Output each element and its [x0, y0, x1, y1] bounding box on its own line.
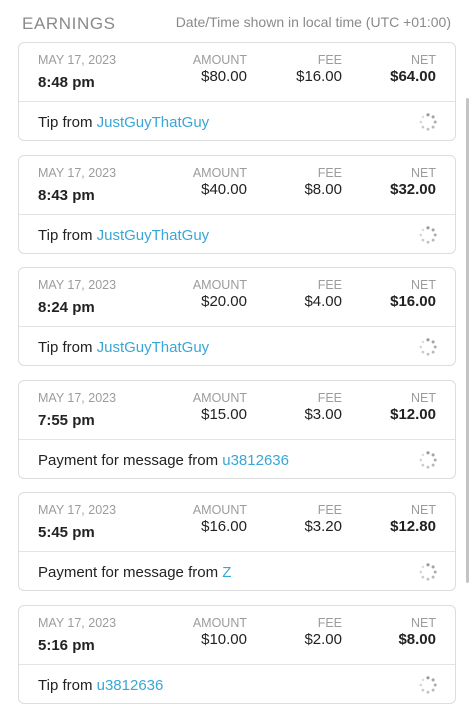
earning-description: Payment for message from u3812636 [38, 452, 289, 469]
earning-description: Tip from JustGuyThatGuy [38, 114, 209, 131]
earning-date: MAY 17, 2023 [38, 53, 117, 67]
amount-value: $10.00 [201, 630, 247, 648]
loading-spinner-icon [418, 450, 438, 470]
earning-card: MAY 17, 2023 5:16 pm AMOUNT $10.00 FEE $… [18, 604, 456, 705]
earning-card: MAY 17, 2023 7:55 pm AMOUNT $15.00 FEE $… [18, 379, 456, 480]
fee-label: FEE [317, 503, 342, 517]
earning-time: 8:48 pm [38, 74, 95, 91]
user-link[interactable]: JustGuyThatGuy [97, 227, 210, 244]
earning-summary: MAY 17, 2023 5:16 pm AMOUNT $10.00 FEE $… [19, 606, 455, 664]
description-text: Tip from [38, 114, 97, 131]
earning-date: MAY 17, 2023 [38, 615, 117, 630]
amount-label: AMOUNT [192, 53, 247, 67]
description-text: Tip from [38, 339, 97, 356]
net-value: $64.00 [390, 68, 436, 85]
earning-time: 5:45 pm [38, 524, 95, 541]
earning-details: Tip from JustGuyThatGuy [19, 102, 455, 142]
earning-details: Tip from JustGuyThatGuy [19, 215, 455, 255]
fee-value: $3.20 [304, 518, 342, 535]
fee-value: $4.00 [304, 293, 342, 310]
earning-time: 5:16 pm [38, 636, 95, 654]
loading-spinner-icon [418, 337, 438, 357]
earning-date: MAY 17, 2023 [38, 390, 117, 405]
earning-time: 7:55 pm [38, 411, 95, 429]
fee-label: FEE [317, 278, 342, 292]
earning-date: MAY 17, 2023 [38, 165, 117, 180]
amount-value: $16.00 [201, 518, 247, 535]
page-title: EARNINGS [22, 14, 116, 33]
description-text: Payment for message from [38, 451, 223, 469]
user-link[interactable]: JustGuyThatGuy [97, 114, 210, 131]
user-link[interactable]: Z [222, 564, 231, 581]
fee-value: $2.00 [304, 630, 342, 648]
net-value: $32.00 [390, 180, 436, 198]
earning-time: 8:43 pm [38, 186, 95, 204]
net-label: NET [411, 503, 436, 517]
scrollbar[interactable] [466, 98, 469, 583]
earnings-page: EARNINGS Date/Time shown in local time (… [0, 0, 474, 708]
earning-description: Tip from u3812636 [38, 677, 163, 694]
earning-description: Payment for message from Z [38, 564, 231, 581]
earning-date: MAY 17, 2023 [38, 278, 117, 292]
earning-details: Payment for message from Z [19, 552, 455, 592]
earning-summary: MAY 17, 2023 5:45 pm AMOUNT $16.00 FEE $… [19, 493, 455, 551]
description-text: Payment for message from [38, 564, 223, 581]
net-value: $12.00 [390, 405, 436, 423]
earning-summary: MAY 17, 2023 7:55 pm AMOUNT $15.00 FEE $… [19, 381, 455, 439]
description-text: Tip from [38, 676, 97, 694]
net-label: NET [411, 390, 436, 405]
earning-card: MAY 17, 2023 5:45 pm AMOUNT $16.00 FEE $… [18, 492, 456, 591]
fee-label: FEE [317, 615, 342, 630]
fee-label: FEE [317, 53, 342, 67]
net-value: $8.00 [398, 630, 436, 648]
net-label: NET [411, 53, 436, 67]
amount-value: $20.00 [201, 293, 247, 310]
amount-label: AMOUNT [192, 165, 247, 180]
earning-card: MAY 17, 2023 8:43 pm AMOUNT $40.00 FEE $… [18, 154, 456, 255]
earning-summary: MAY 17, 2023 8:24 pm AMOUNT $20.00 FEE $… [19, 268, 455, 326]
loading-spinner-icon [418, 562, 438, 582]
amount-label: AMOUNT [192, 503, 247, 517]
amount-label: AMOUNT [192, 615, 247, 630]
earning-date: MAY 17, 2023 [38, 503, 117, 517]
earning-summary: MAY 17, 2023 8:48 pm AMOUNT $80.00 FEE $… [19, 43, 455, 101]
earning-card: MAY 17, 2023 8:48 pm AMOUNT $80.00 FEE $… [18, 42, 456, 141]
net-label: NET [411, 278, 436, 292]
earning-summary: MAY 17, 2023 8:43 pm AMOUNT $40.00 FEE $… [19, 156, 455, 214]
earning-details: Tip from JustGuyThatGuy [19, 327, 455, 367]
timezone-note: Date/Time shown in local time (UTC +01:0… [175, 14, 451, 30]
fee-value: $3.00 [304, 405, 342, 423]
earning-details: Tip from u3812636 [19, 665, 455, 705]
net-label: NET [411, 615, 436, 630]
amount-label: AMOUNT [192, 390, 247, 405]
fee-label: FEE [317, 165, 342, 180]
loading-spinner-icon [418, 675, 438, 695]
amount-value: $80.00 [201, 68, 247, 85]
earning-time: 8:24 pm [38, 299, 95, 316]
earning-description: Tip from JustGuyThatGuy [38, 227, 209, 244]
earnings-header: EARNINGS Date/Time shown in local time (… [0, 0, 474, 42]
amount-value: $40.00 [201, 180, 247, 198]
description-text: Tip from [38, 226, 97, 244]
fee-value: $8.00 [304, 180, 342, 198]
amount-label: AMOUNT [192, 278, 247, 292]
net-value: $12.80 [390, 518, 436, 535]
fee-value: $16.00 [296, 68, 342, 85]
earnings-list[interactable]: MAY 17, 2023 8:48 pm AMOUNT $80.00 FEE $… [18, 42, 456, 708]
loading-spinner-icon [418, 225, 438, 245]
fee-label: FEE [317, 390, 342, 405]
user-link[interactable]: JustGuyThatGuy [97, 339, 210, 356]
amount-value: $15.00 [201, 405, 247, 423]
loading-spinner-icon [418, 112, 438, 132]
user-link[interactable]: u3812636 [222, 452, 289, 469]
earning-card: MAY 17, 2023 8:24 pm AMOUNT $20.00 FEE $… [18, 267, 456, 366]
net-label: NET [411, 165, 436, 180]
net-value: $16.00 [390, 293, 436, 310]
earning-description: Tip from JustGuyThatGuy [38, 339, 209, 356]
user-link[interactable]: u3812636 [97, 677, 164, 694]
earning-details: Payment for message from u3812636 [19, 440, 455, 480]
